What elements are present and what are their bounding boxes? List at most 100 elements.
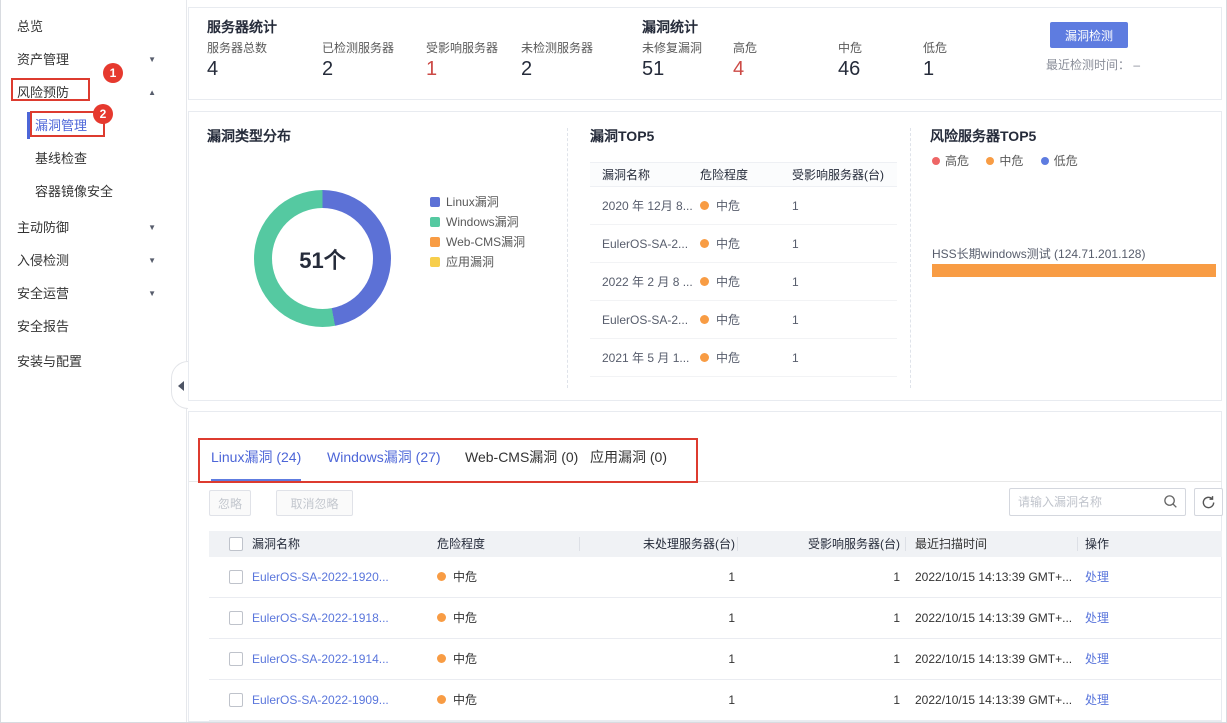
tab-linux-vulns[interactable]: Linux漏洞 (24) (211, 438, 301, 482)
severity-medium-dot (700, 201, 709, 210)
tab-webcms-vulns[interactable]: Web-CMS漏洞 (0) (465, 438, 578, 482)
chevron-up-icon: ▲ (148, 80, 156, 106)
legend-dot (986, 157, 994, 165)
header-divider (905, 537, 906, 551)
table-header-row: 漏洞名称 危险程度 未处理服务器(台) 受影响服务器(台) 最近扫描时间 操作 (209, 531, 1222, 557)
sidebar-item-security-operations[interactable]: 安全运营▼ (1, 281, 187, 307)
stat-medium-risk: 中危46 (838, 39, 862, 81)
legend-dot (1041, 157, 1049, 165)
refresh-button[interactable] (1194, 488, 1223, 516)
legend-item-app[interactable]: 应用漏洞 (430, 252, 525, 272)
chevron-down-icon: ▼ (148, 215, 156, 241)
severity-medium-dot (700, 277, 709, 286)
handle-link[interactable]: 处理 (1085, 639, 1109, 680)
search-input[interactable] (1018, 489, 1158, 515)
legend-swatch (430, 217, 440, 227)
donut-legend: Linux漏洞 Windows漏洞 Web-CMS漏洞 应用漏洞 (430, 192, 525, 272)
row-checkbox[interactable] (229, 693, 243, 707)
risk-servers-legend: 高危 中危 低危 (932, 152, 1092, 169)
vuln-table-card: Linux漏洞 (24) Windows漏洞 (27) Web-CMS漏洞 (0… (188, 411, 1222, 722)
legend-item-windows[interactable]: Windows漏洞 (430, 212, 525, 232)
severity-medium-dot (437, 613, 446, 622)
legend-swatch (430, 197, 440, 207)
sidebar-item-install-config[interactable]: 安装与配置 (1, 349, 187, 375)
vuln-search-box (1009, 488, 1186, 516)
chevron-down-icon: ▼ (148, 248, 156, 274)
table-row: EulerOS-SA-2022-1909... 中危 1 1 2022/10/1… (209, 680, 1222, 721)
sidebar-item-container-image-security[interactable]: 容器镜像安全 (1, 179, 187, 205)
top5-row: EulerOS-SA-2...中危1 (590, 301, 897, 339)
vuln-name-link[interactable]: EulerOS-SA-2022-1918... (252, 598, 389, 639)
stat-total-servers: 服务器总数4 (207, 39, 267, 81)
row-checkbox[interactable] (229, 652, 243, 666)
hss-vulnerability-dashboard: 总览 资产管理▼ 风险预防▲ 漏洞管理 基线检查 容器镜像安全 主动防御▼ 入侵… (0, 0, 1227, 723)
vuln-detect-button[interactable]: 漏洞检测 (1050, 22, 1128, 48)
legend-item-low[interactable]: 低危 (1041, 152, 1078, 169)
severity-medium-dot (700, 353, 709, 362)
handle-link[interactable]: 处理 (1085, 557, 1109, 598)
search-icon[interactable] (1163, 494, 1178, 512)
last-check-time: 最近检测时间： – (1046, 56, 1140, 73)
table-row: EulerOS-SA-2022-1920... 中危 1 1 2022/10/1… (209, 557, 1222, 598)
legend-swatch (430, 257, 440, 267)
divider (910, 128, 911, 388)
row-checkbox[interactable] (229, 611, 243, 625)
sidebar-item-risk-prevention[interactable]: 风险预防▲ (1, 80, 187, 106)
sidebar-item-overview[interactable]: 总览 (1, 14, 187, 40)
sidebar-item-security-report[interactable]: 安全报告 (1, 314, 187, 340)
sidebar-collapse-handle[interactable] (171, 361, 188, 409)
top5-row: EulerOS-SA-2...中危1 (590, 225, 897, 263)
sidebar: 总览 资产管理▼ 风险预防▲ 漏洞管理 基线检查 容器镜像安全 主动防御▼ 入侵… (1, 0, 187, 723)
table-row: EulerOS-SA-2022-1918... 中危 1 1 2022/10/1… (209, 598, 1222, 639)
sidebar-item-proactive-defense[interactable]: 主动防御▼ (1, 215, 187, 241)
legend-item-linux[interactable]: Linux漏洞 (430, 192, 525, 212)
vuln-name-link[interactable]: EulerOS-SA-2022-1914... (252, 639, 389, 680)
vuln-type-donut: 51个 (254, 190, 391, 327)
cancel-ignore-button[interactable]: 取消忽略 (276, 490, 353, 516)
vuln-name-link[interactable]: EulerOS-SA-2022-1920... (252, 557, 389, 598)
header-divider (1077, 537, 1078, 551)
row-checkbox[interactable] (229, 570, 243, 584)
top5-row: 2020 年 12月 8...中危1 (590, 187, 897, 225)
severity-medium-dot (700, 239, 709, 248)
stat-high-risk: 高危4 (733, 39, 757, 81)
header-divider (737, 537, 738, 551)
header-divider (579, 537, 580, 551)
legend-dot (932, 157, 940, 165)
collapse-left-icon (178, 381, 184, 391)
severity-medium-dot (437, 572, 446, 581)
sidebar-item-baseline-check[interactable]: 基线检查 (1, 146, 187, 172)
tab-app-vulns[interactable]: 应用漏洞 (0) (590, 438, 667, 482)
top5-row: 2021 年 5 月 1...中危1 (590, 339, 897, 377)
sidebar-item-assets[interactable]: 资产管理▼ (1, 47, 187, 73)
legend-swatch (430, 237, 440, 247)
vuln-name-link[interactable]: EulerOS-SA-2022-1909... (252, 680, 389, 721)
sidebar-item-vulnerability-management[interactable]: 漏洞管理 (1, 113, 187, 139)
legend-item-webcms[interactable]: Web-CMS漏洞 (430, 232, 525, 252)
select-all-checkbox[interactable] (229, 537, 243, 551)
legend-item-medium[interactable]: 中危 (986, 152, 1023, 169)
stat-low-risk: 低危1 (923, 39, 947, 81)
stat-scanned-servers: 已检测服务器2 (322, 39, 394, 81)
vuln-stats-title: 漏洞统计 (642, 17, 698, 37)
sidebar-item-intrusion-detection[interactable]: 入侵检测▼ (1, 248, 187, 274)
handle-link[interactable]: 处理 (1085, 680, 1109, 721)
risk-servers-title: 风险服务器TOP5 (930, 126, 1036, 146)
chevron-down-icon: ▼ (148, 281, 156, 307)
server-stats-title: 服务器统计 (207, 17, 277, 37)
top5-header-row: 漏洞名称 危险程度 受影响服务器(台) (590, 162, 897, 187)
stat-affected-servers: 受影响服务器1 (426, 39, 498, 81)
stat-unfixed-vulns: 未修复漏洞51 (642, 39, 702, 81)
severity-medium-dot (700, 315, 709, 324)
stat-unscanned-servers: 未检测服务器2 (521, 39, 593, 81)
handle-link[interactable]: 处理 (1085, 598, 1109, 639)
refresh-icon (1201, 495, 1216, 510)
severity-medium-dot (437, 654, 446, 663)
risk-server-bar-track (932, 264, 1216, 277)
vuln-top5-table: 漏洞名称 危险程度 受影响服务器(台) 2020 年 12月 8...中危1 E… (590, 162, 897, 377)
divider (567, 128, 568, 388)
tab-windows-vulns[interactable]: Windows漏洞 (27) (327, 438, 441, 482)
tabs-underline (189, 481, 1222, 482)
ignore-button[interactable]: 忽略 (209, 490, 251, 516)
legend-item-high[interactable]: 高危 (932, 152, 969, 169)
